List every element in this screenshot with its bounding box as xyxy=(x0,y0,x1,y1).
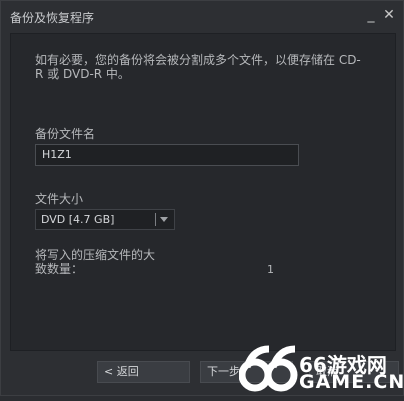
watermark-logo: 66游戏网 GAME.CN xyxy=(238,345,404,397)
watermark-66-icon xyxy=(238,345,298,392)
backup-name-input[interactable]: H1Z1 xyxy=(35,144,299,166)
chevron-down-icon[interactable] xyxy=(160,217,168,222)
file-count-label: 将写入的压缩文件的大致数量： xyxy=(35,248,156,276)
backup-name-label: 备份文件名 xyxy=(35,127,96,141)
file-count-value: 1 xyxy=(267,263,274,276)
file-size-selected-value: DVD [4.7 GB] xyxy=(41,213,115,226)
minimize-button[interactable]: _ xyxy=(363,6,379,24)
close-button[interactable]: ✕ xyxy=(381,6,397,24)
dropdown-separator xyxy=(155,213,156,226)
watermark-domain: GAME.CN xyxy=(299,371,404,393)
description-text: 如有必要，您的备份将会被分割成多个文件，以便存储在 CD-R 或 DVD-R 中… xyxy=(35,53,361,81)
file-size-dropdown[interactable]: DVD [4.7 GB] xyxy=(35,209,175,230)
window-title: 备份及恢复程序 xyxy=(10,11,95,25)
title-bar: 备份及恢复程序 _ ✕ xyxy=(1,1,404,33)
back-button[interactable]: < 返回 xyxy=(97,361,190,383)
backup-restore-window: 备份及恢复程序 _ ✕ 如有必要，您的备份将会被分割成多个文件，以便存储在 CD… xyxy=(0,0,404,396)
file-size-label: 文件大小 xyxy=(35,192,84,206)
